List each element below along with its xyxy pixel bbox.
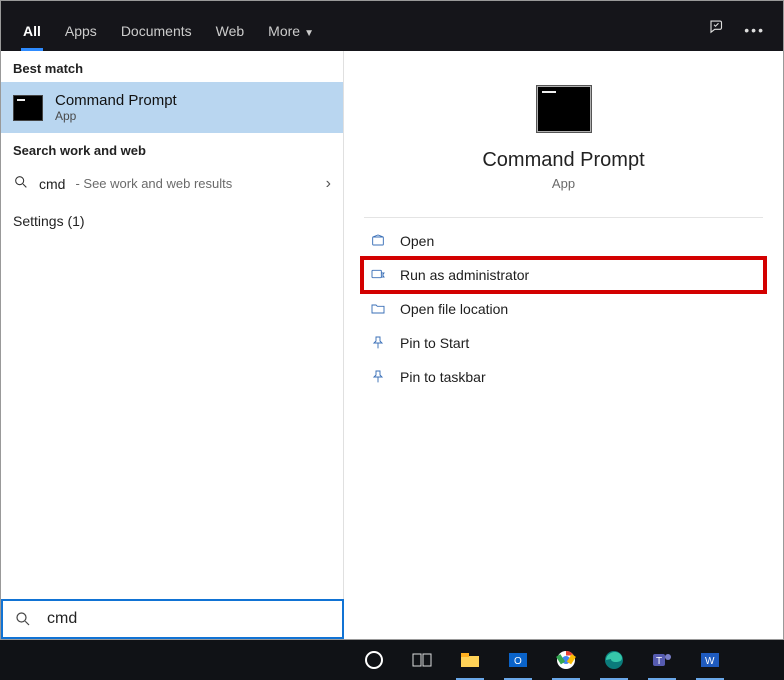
web-query: cmd (39, 176, 65, 192)
pin-icon (370, 335, 386, 351)
tab-more[interactable]: More ▼ (256, 11, 326, 51)
tab-more-label: More (268, 23, 300, 39)
command-prompt-icon (13, 95, 43, 121)
action-pin-to-start[interactable]: Pin to Start (344, 326, 783, 360)
best-match-subtitle: App (55, 109, 177, 123)
action-open[interactable]: Open (344, 224, 783, 258)
search-box[interactable] (1, 599, 344, 639)
action-open-file-location-label: Open file location (400, 301, 508, 317)
separator (364, 217, 763, 218)
task-view-icon[interactable] (398, 640, 446, 680)
shield-icon (370, 267, 386, 283)
tabs-bar: All Apps Documents Web More ▼ ••• (1, 1, 783, 51)
cortana-icon[interactable] (350, 640, 398, 680)
action-run-as-admin[interactable]: Run as administrator (362, 258, 765, 292)
preview-title: Command Prompt (364, 149, 763, 172)
tab-all[interactable]: All (11, 11, 53, 51)
svg-text:O: O (514, 656, 522, 667)
preview-column: Command Prompt App Open Run as administr… (344, 51, 783, 599)
edge-icon[interactable] (590, 640, 638, 680)
best-match-title: Command Prompt (55, 92, 177, 109)
pin-icon (370, 369, 386, 385)
web-result-row[interactable]: cmd - See work and web results › (1, 164, 343, 203)
taskbar: O T W (0, 640, 784, 680)
more-options-icon[interactable]: ••• (744, 22, 765, 38)
tab-documents[interactable]: Documents (109, 11, 204, 51)
web-detail: - See work and web results (75, 176, 232, 191)
preview-subtitle: App (364, 176, 763, 191)
tab-web[interactable]: Web (204, 11, 257, 51)
teams-icon[interactable]: T (638, 640, 686, 680)
start-search-panel: All Apps Documents Web More ▼ ••• Best ma… (0, 0, 784, 640)
body: Best match Command Prompt App Search wor… (1, 51, 783, 599)
word-icon[interactable]: W (686, 640, 734, 680)
svg-text:T: T (656, 656, 662, 667)
preview-header: Command Prompt App (344, 61, 783, 199)
action-run-as-admin-label: Run as administrator (400, 267, 529, 283)
open-icon (370, 233, 386, 249)
search-icon (3, 601, 43, 637)
settings-header[interactable]: Settings (1) (1, 203, 343, 239)
best-match-item[interactable]: Command Prompt App (1, 82, 343, 133)
chrome-icon[interactable] (542, 640, 590, 680)
action-pin-to-taskbar[interactable]: Pin to taskbar (344, 360, 783, 394)
action-pin-to-taskbar-label: Pin to taskbar (400, 369, 486, 385)
action-open-label: Open (400, 233, 434, 249)
search-input[interactable] (43, 601, 342, 637)
chevron-down-icon: ▼ (304, 28, 314, 39)
command-prompt-icon (536, 85, 592, 133)
search-icon (13, 174, 29, 193)
best-match-header: Best match (1, 51, 343, 82)
svg-text:W: W (705, 656, 715, 667)
tab-apps[interactable]: Apps (53, 11, 109, 51)
results-column: Best match Command Prompt App Search wor… (1, 51, 344, 599)
work-web-header: Search work and web (1, 133, 343, 164)
feedback-icon[interactable] (708, 18, 726, 41)
file-explorer-icon[interactable] (446, 640, 494, 680)
folder-icon (370, 301, 386, 317)
action-open-file-location[interactable]: Open file location (344, 292, 783, 326)
chevron-right-icon: › (326, 175, 331, 193)
action-pin-to-start-label: Pin to Start (400, 335, 469, 351)
outlook-icon[interactable]: O (494, 640, 542, 680)
